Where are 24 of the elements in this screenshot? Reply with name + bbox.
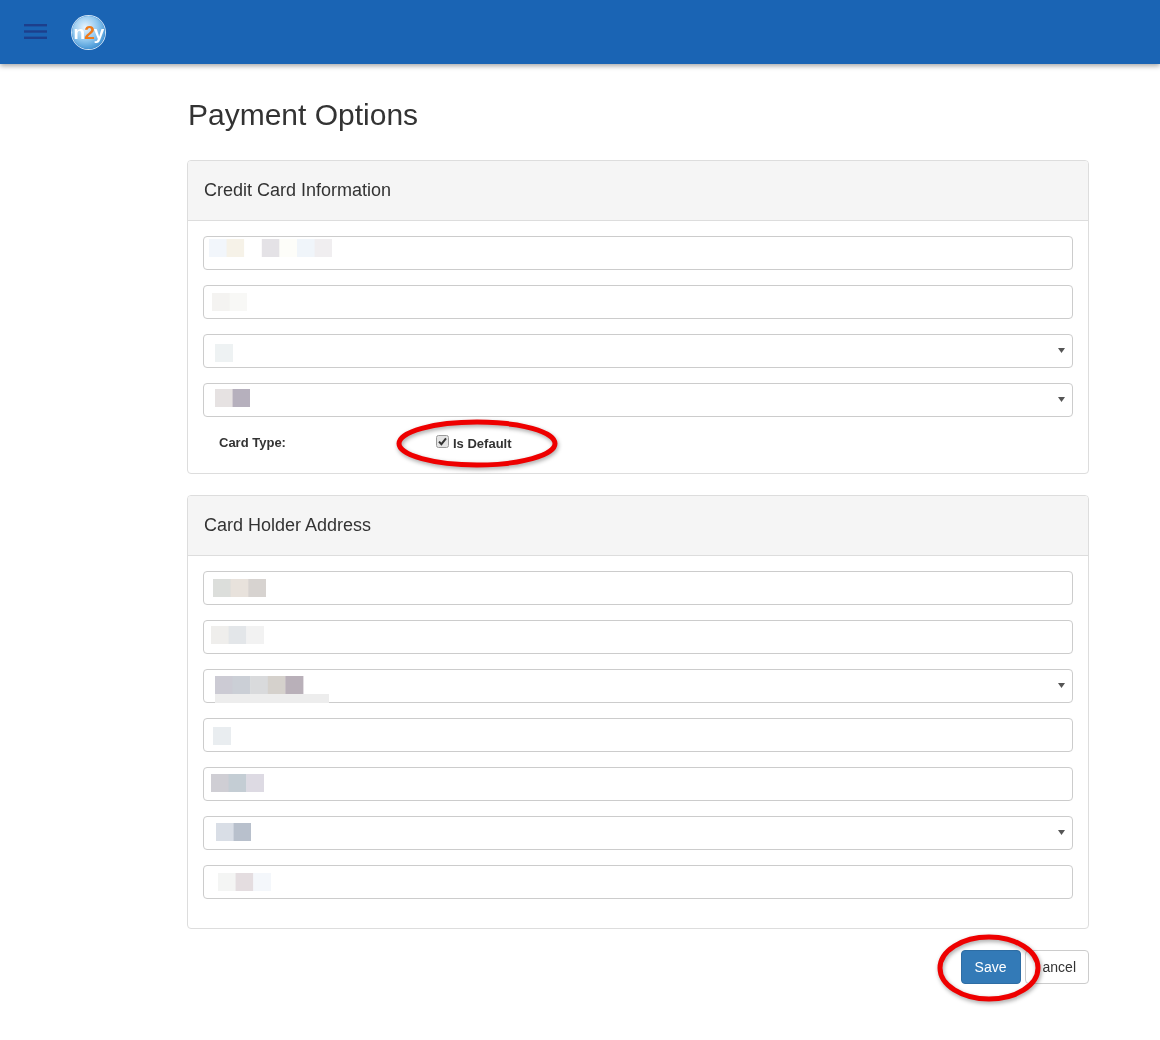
checkbox-label[interactable]: Is Default — [453, 435, 512, 451]
input-field[interactable] — [203, 236, 1073, 270]
caret-icon — [1058, 397, 1065, 402]
page-title: Payment Options — [188, 98, 419, 131]
panel-title: Credit Card Information — [204, 180, 392, 201]
cancel-button[interactable]: ancel — [1024, 950, 1089, 984]
caret-icon — [1058, 830, 1065, 835]
input-field[interactable] — [203, 620, 1073, 654]
select-field[interactable] — [203, 816, 1073, 850]
select-field[interactable] — [203, 383, 1073, 417]
caret-icon — [1058, 683, 1065, 688]
menu-icon[interactable] — [24, 24, 47, 39]
input-field[interactable] — [203, 718, 1073, 752]
card-type-label: Card Type: — [219, 434, 287, 450]
panel-title: Card Holder Address — [204, 515, 372, 536]
caret-icon — [1058, 348, 1065, 353]
input-field[interactable] — [203, 767, 1073, 801]
select-field[interactable] — [203, 334, 1073, 368]
checkbox[interactable] — [436, 434, 449, 448]
input-field[interactable] — [203, 285, 1073, 319]
input-field[interactable] — [203, 571, 1073, 605]
save-button[interactable]: Save — [960, 950, 1021, 984]
select-field[interactable] — [203, 669, 1073, 703]
input-field[interactable] — [203, 865, 1073, 899]
